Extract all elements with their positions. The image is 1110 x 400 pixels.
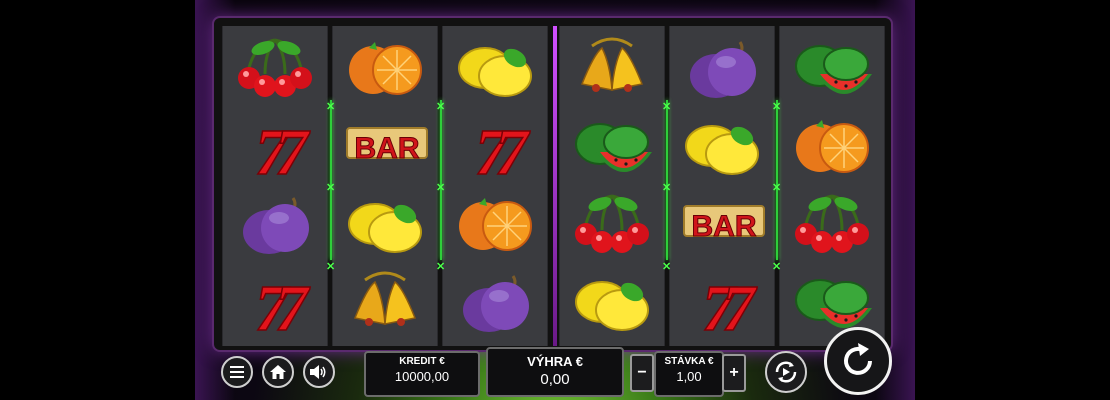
payline-cross-icon: ✕ xyxy=(772,182,782,194)
reel-2: BAR xyxy=(332,26,438,346)
payline-marker xyxy=(776,100,778,260)
plum-symbol xyxy=(223,186,327,264)
bet-label: STÁVKA € xyxy=(664,356,714,367)
home-button[interactable] xyxy=(262,356,294,388)
autoplay-icon xyxy=(775,361,797,383)
orange-symbol xyxy=(443,186,547,264)
payline-cross-icon: ✕ xyxy=(436,261,446,273)
payline-cross-icon: ✕ xyxy=(436,101,446,113)
bar-symbol: BAR xyxy=(333,108,437,186)
spin-button[interactable] xyxy=(824,327,892,395)
bet-panel: STÁVKA € 1,00 xyxy=(654,351,724,397)
lemon-symbol xyxy=(560,264,664,342)
reel-6 xyxy=(779,26,885,346)
plum-symbol xyxy=(443,264,547,342)
menu-button[interactable] xyxy=(221,356,253,388)
seven-symbol: 7 7 xyxy=(443,108,547,186)
cherry-symbol xyxy=(223,30,327,108)
credit-label: KREDIT € xyxy=(399,356,445,367)
reel-3: 7 7 xyxy=(442,26,548,346)
hamburger-icon xyxy=(230,366,244,378)
reel-4 xyxy=(559,26,665,346)
payline-cross-icon: ✕ xyxy=(326,182,336,194)
win-label: VÝHRA € xyxy=(527,354,583,369)
autoplay-button[interactable] xyxy=(765,351,807,393)
reel-1: 7 7 7 7 xyxy=(222,26,328,346)
orange-symbol xyxy=(780,108,884,186)
win-panel: VÝHRA € 0,00 xyxy=(486,347,624,397)
spin-arrow-icon xyxy=(844,343,872,375)
payline-cross-icon: ✕ xyxy=(662,182,672,194)
payline-cross-icon: ✕ xyxy=(326,261,336,273)
seven-symbol: 7 7 xyxy=(223,108,327,186)
payline-cross-icon: ✕ xyxy=(772,261,782,273)
plum-symbol xyxy=(670,30,774,108)
bell-symbol xyxy=(333,264,437,342)
credit-panel: KREDIT € 10000,00 xyxy=(364,351,480,397)
reel-divider xyxy=(553,26,557,346)
bell-symbol xyxy=(560,30,664,108)
cherry-symbol xyxy=(780,186,884,264)
svg-text:7: 7 xyxy=(722,272,758,338)
svg-text:BAR: BAR xyxy=(692,210,757,243)
bet-decrease-button[interactable]: − xyxy=(630,354,654,392)
svg-text:7: 7 xyxy=(275,272,311,338)
orange-symbol xyxy=(333,30,437,108)
bar-symbol: BAR xyxy=(670,186,774,264)
bet-increase-button[interactable]: + xyxy=(722,354,746,392)
payline-cross-icon: ✕ xyxy=(662,261,672,273)
payline-marker xyxy=(666,100,668,260)
watermelon-symbol xyxy=(780,30,884,108)
cherry-symbol xyxy=(560,186,664,264)
lemon-symbol xyxy=(333,186,437,264)
payline-marker xyxy=(330,100,332,260)
seven-symbol: 7 7 xyxy=(223,264,327,342)
speaker-icon xyxy=(310,365,326,379)
win-value: 0,00 xyxy=(540,371,570,388)
bet-value: 1,00 xyxy=(676,369,702,384)
reel-5: BAR 7 7 xyxy=(669,26,775,346)
lemon-symbol xyxy=(443,30,547,108)
home-icon xyxy=(270,365,286,379)
sound-button[interactable] xyxy=(303,356,335,388)
svg-text:7: 7 xyxy=(495,116,531,182)
payline-cross-icon: ✕ xyxy=(662,101,672,113)
svg-text:BAR: BAR xyxy=(355,132,420,165)
payline-marker xyxy=(440,100,442,260)
svg-text:7: 7 xyxy=(275,116,311,182)
watermelon-symbol xyxy=(560,108,664,186)
payline-cross-icon: ✕ xyxy=(772,101,782,113)
credit-value: 10000,00 xyxy=(394,369,450,384)
payline-cross-icon: ✕ xyxy=(326,101,336,113)
lemon-symbol xyxy=(670,108,774,186)
payline-cross-icon: ✕ xyxy=(436,182,446,194)
seven-symbol: 7 7 xyxy=(670,264,774,342)
